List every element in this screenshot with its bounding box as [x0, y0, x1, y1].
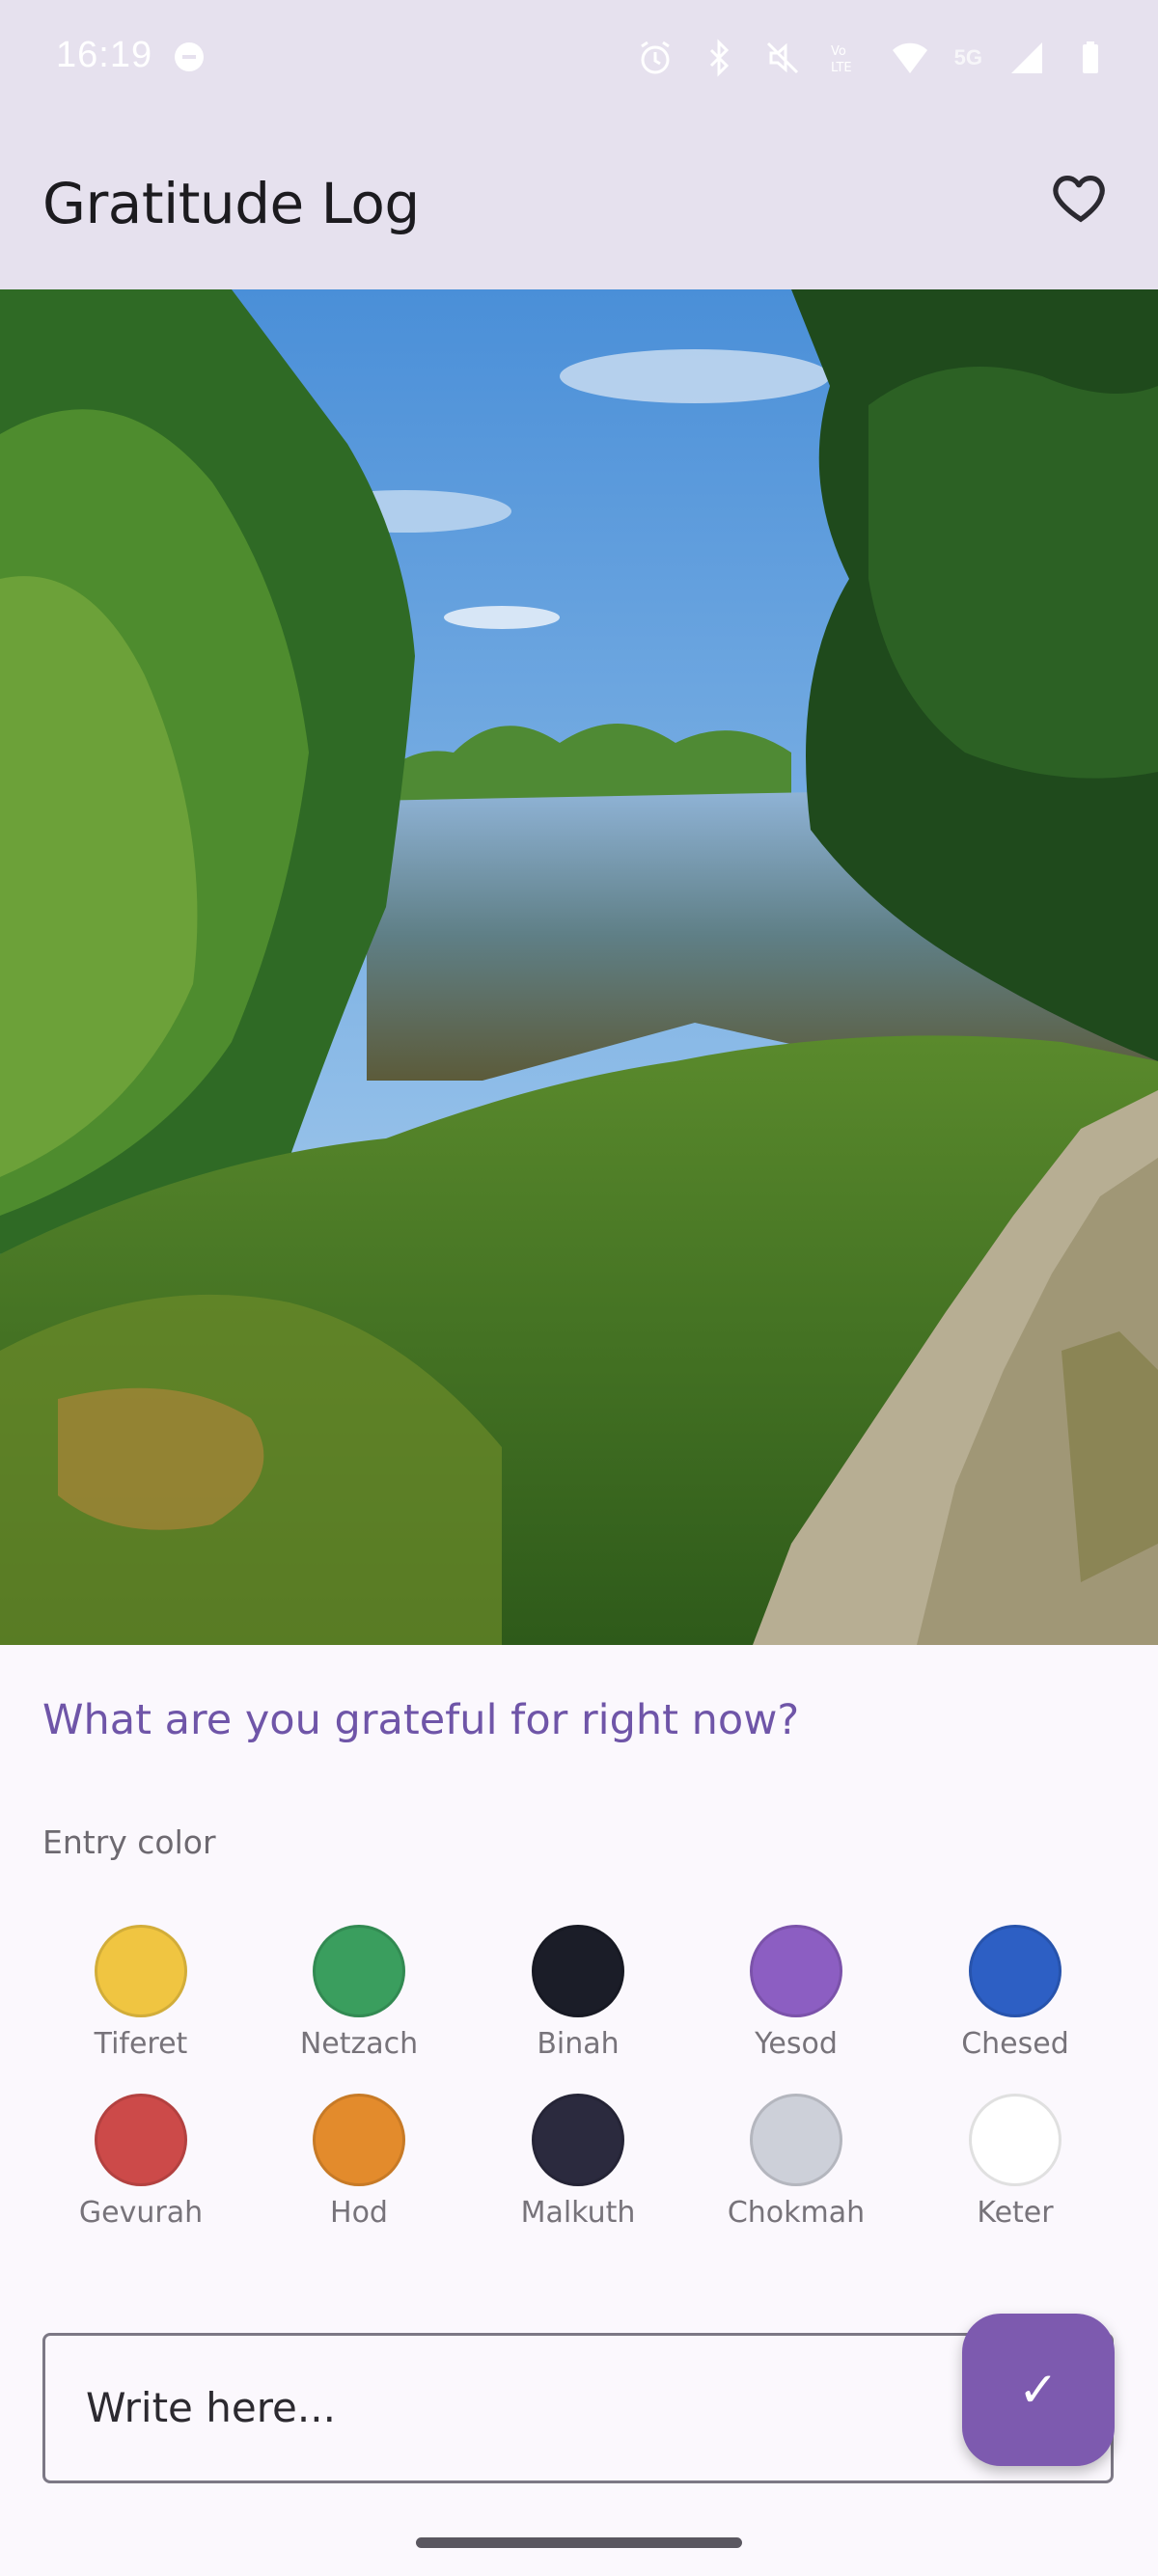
- swatch-circle: [969, 1925, 1062, 2017]
- swatch-circle: [969, 2094, 1062, 2186]
- swatch-label: Chokmah: [727, 2196, 866, 2230]
- color-swatch-tiferet[interactable]: Tiferet: [44, 1925, 237, 2061]
- signal-icon: [1007, 39, 1046, 77]
- network-type: 5G: [953, 45, 982, 69]
- swatch-circle: [532, 2094, 624, 2186]
- swatch-circle: [750, 2094, 842, 2186]
- save-entry-button[interactable]: ✓: [962, 2314, 1115, 2466]
- color-swatch-yesod[interactable]: Yesod: [700, 1925, 893, 2061]
- status-icons: Vo LTE 5G: [636, 35, 1110, 81]
- color-swatch-binah[interactable]: Binah: [482, 1925, 675, 2061]
- color-swatch-gevurah[interactable]: Gevurah: [44, 2094, 237, 2230]
- swatch-circle: [95, 1925, 187, 2017]
- color-swatch-netzach[interactable]: Netzach: [262, 1925, 455, 2061]
- swatch-label: Yesod: [755, 2027, 838, 2061]
- alarm-icon: [636, 39, 675, 77]
- swatch-label: Keter: [977, 2196, 1054, 2230]
- color-swatch-chokmah[interactable]: Chokmah: [700, 2094, 893, 2230]
- status-time: 16:19: [56, 35, 153, 75]
- color-swatch-malkuth[interactable]: Malkuth: [482, 2094, 675, 2230]
- favorite-button[interactable]: [1040, 158, 1121, 239]
- wifi-icon: [891, 39, 929, 77]
- battery-icon: [1071, 39, 1110, 77]
- swatch-circle: [313, 2094, 405, 2186]
- status-bar: 16:19 Vo LTE 5G: [0, 0, 1158, 116]
- heart-outline-icon: [1051, 167, 1111, 232]
- entry-color-label: Entry color: [42, 1823, 216, 1861]
- bluetooth-icon: [700, 39, 738, 77]
- swatch-circle: [313, 1925, 405, 2017]
- swatch-label: Tiferet: [94, 2027, 188, 2061]
- pond-landscape-photo: [0, 289, 1158, 1645]
- swatch-label: Chesed: [961, 2027, 1069, 2061]
- page-title: Gratitude Log: [42, 171, 420, 236]
- do-not-disturb-icon: [175, 42, 204, 71]
- swatch-label: Gevurah: [78, 2196, 204, 2230]
- color-swatch-hod[interactable]: Hod: [262, 2094, 455, 2230]
- mute-icon: [763, 39, 802, 77]
- swatch-label: Binah: [537, 2027, 620, 2061]
- swatch-circle: [750, 1925, 842, 2017]
- check-icon: ✓: [1018, 2363, 1059, 2417]
- app-bar: Gratitude Log: [0, 116, 1158, 289]
- swatch-circle: [95, 2094, 187, 2186]
- color-swatch-keter[interactable]: Keter: [919, 2094, 1112, 2230]
- home-indicator[interactable]: [416, 2537, 742, 2548]
- entry-input[interactable]: [84, 2372, 956, 2442]
- swatch-label: Hod: [330, 2196, 388, 2230]
- entry-text-field: [42, 2333, 1114, 2483]
- svg-text:LTE: LTE: [831, 61, 852, 75]
- swatch-label: Netzach: [299, 2027, 419, 2061]
- swatch-circle: [532, 1925, 624, 2017]
- swatch-label: Malkuth: [520, 2196, 636, 2230]
- color-swatch-chesed[interactable]: Chesed: [919, 1925, 1112, 2061]
- svg-text:Vo: Vo: [831, 44, 846, 59]
- gratitude-prompt: What are you grateful for right now?: [42, 1696, 800, 1744]
- volte-icon: Vo LTE: [827, 39, 866, 77]
